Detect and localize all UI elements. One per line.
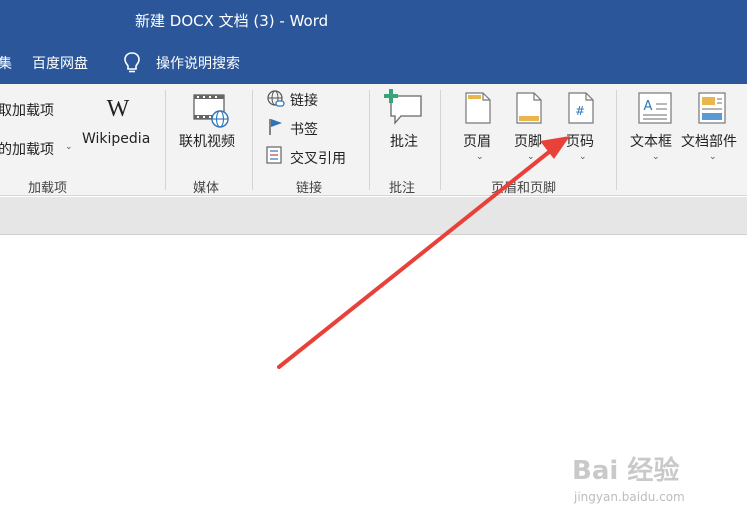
- group-separator: [369, 90, 370, 190]
- page-number-icon: #: [568, 92, 594, 124]
- bookmark-icon: [269, 119, 282, 135]
- group-label-links: 链接: [296, 181, 323, 196]
- group-label-comments: 批注: [389, 181, 416, 196]
- menu-bar: 集 百度网盘 操作说明搜索: [0, 40, 747, 84]
- textbox-button[interactable]: 文本框: [630, 131, 672, 151]
- link-button[interactable]: 链接: [290, 90, 318, 110]
- link-icon: [267, 90, 285, 107]
- footer-button[interactable]: 页脚: [514, 131, 542, 151]
- group-label-addins: 加载项: [28, 181, 68, 196]
- comment-icon: [384, 89, 422, 125]
- bookmark-button[interactable]: 书签: [290, 119, 318, 139]
- group-separator: [616, 90, 617, 190]
- header-button[interactable]: 页眉: [463, 131, 491, 151]
- footer-icon: [516, 92, 542, 124]
- chevron-down-icon[interactable]: ⌄: [709, 152, 717, 162]
- watermark-url: jingyan.baidu.com: [574, 490, 685, 504]
- word-window: 新建 DOCX 文档 (3) - Word 集 百度网盘 操作说明搜索 取加载项…: [0, 0, 747, 523]
- quick-parts-icon: [698, 92, 726, 124]
- svg-text:#: #: [575, 104, 585, 118]
- cross-reference-icon: [266, 146, 282, 164]
- online-video-icon: [193, 94, 229, 128]
- quick-parts-button[interactable]: 文档部件: [681, 131, 737, 151]
- watermark-logo: Bai 经验: [572, 456, 680, 486]
- chevron-down-icon[interactable]: ⌄: [476, 152, 484, 162]
- menu-item-partial[interactable]: 集: [0, 53, 12, 73]
- tell-me-search[interactable]: 操作说明搜索: [156, 53, 240, 73]
- chevron-down-icon[interactable]: ⌄: [65, 142, 73, 152]
- textbox-icon: A: [638, 92, 672, 124]
- wikipedia-button[interactable]: Wikipedia: [82, 131, 150, 147]
- chevron-down-icon[interactable]: ⌄: [652, 152, 660, 162]
- chevron-down-icon[interactable]: ⌄: [527, 152, 535, 162]
- window-title: 新建 DOCX 文档 (3) - Word: [135, 12, 329, 30]
- menu-item-baidu-netdisk[interactable]: 百度网盘: [32, 53, 88, 73]
- page-number-button[interactable]: 页码: [566, 131, 594, 151]
- ruler-strip: [0, 197, 747, 235]
- group-label-media: 媒体: [193, 181, 220, 196]
- svg-text:W: W: [107, 96, 130, 120]
- wikipedia-icon: W: [107, 96, 130, 120]
- lightbulb-icon: [124, 52, 140, 73]
- get-addins-button[interactable]: 取加载项: [0, 100, 54, 120]
- group-separator: [165, 90, 166, 190]
- svg-text:A: A: [644, 99, 653, 114]
- cross-reference-button[interactable]: 交叉引用: [290, 148, 346, 168]
- group-label-header-footer: 页眉和页脚: [491, 181, 557, 196]
- chevron-down-icon[interactable]: ⌄: [579, 152, 587, 162]
- group-separator: [252, 90, 253, 190]
- title-bar: 新建 DOCX 文档 (3) - Word: [0, 0, 747, 40]
- online-video-button[interactable]: 联机视频: [179, 131, 235, 151]
- header-icon: [465, 92, 491, 124]
- ribbon-insert: 取加载项 的加载项 ⌄ W Wikipedia 加载项 联机视频 媒体 链接 书…: [0, 84, 747, 196]
- new-comment-button[interactable]: 批注: [390, 131, 418, 151]
- my-addins-button[interactable]: 的加载项: [0, 139, 54, 159]
- group-separator: [440, 90, 441, 190]
